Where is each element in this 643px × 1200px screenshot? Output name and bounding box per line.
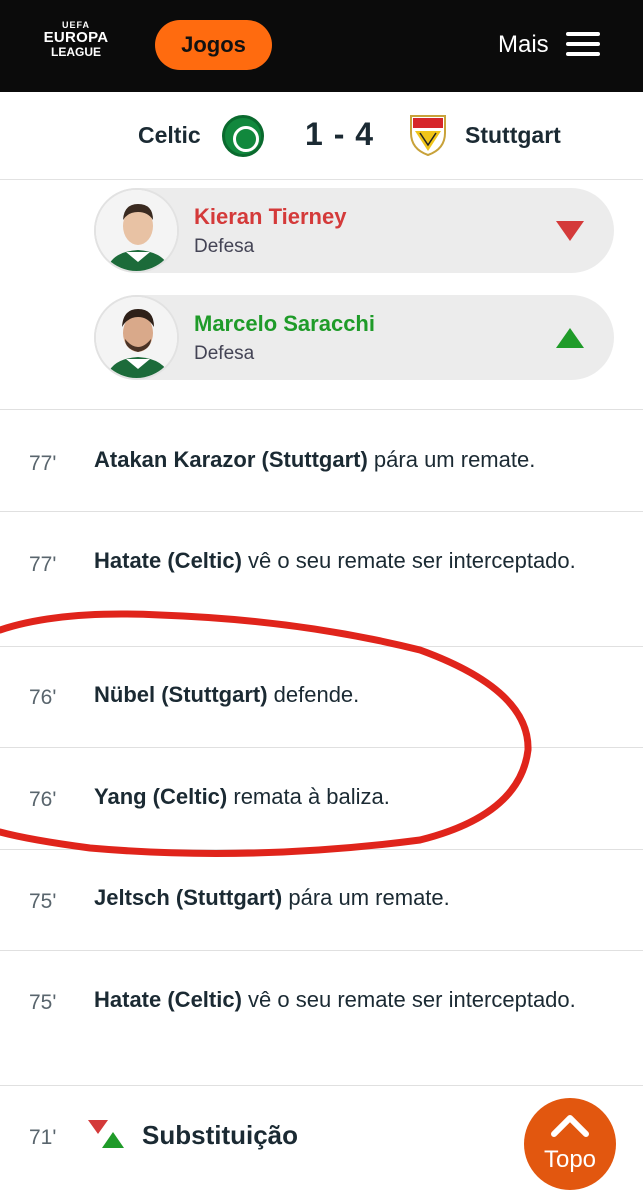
event-minute: 71' <box>29 1126 57 1149</box>
event-description: pára um remate. <box>367 447 536 472</box>
event-text: Jeltsch (Stuttgart) pára um remate. <box>94 879 624 916</box>
event-description: vê o seu remate ser interceptado. <box>241 548 576 573</box>
player-card-in[interactable]: Marcelo Saracchi Defesa <box>94 295 614 380</box>
substitution-title: Substituição <box>142 1120 299 1150</box>
top-nav-bar: UEFA EUROPA LEAGUE Jogos Mais <box>0 0 643 92</box>
event-text: Nübel (Stuttgart) defende. <box>94 676 624 713</box>
annotation-circle <box>0 610 532 857</box>
player-name: Kieran Tierney <box>194 204 347 229</box>
substitution-out-arrow-icon <box>556 221 584 241</box>
event-subject: Yang (Celtic) <box>94 784 228 809</box>
back-to-top-button[interactable]: Topo <box>524 1098 616 1190</box>
hamburger-menu-icon[interactable] <box>566 32 600 56</box>
logo-line-2: EUROPA <box>43 29 109 46</box>
divider <box>0 950 643 951</box>
celtic-crest-icon <box>222 115 264 157</box>
event-description: pára um remate. <box>282 885 450 910</box>
more-label[interactable]: Mais <box>498 30 549 60</box>
europa-league-logo[interactable]: UEFA EUROPA LEAGUE <box>40 20 112 70</box>
divider <box>0 747 643 748</box>
substitution-icon <box>88 1120 124 1148</box>
back-to-top-label: Topo <box>543 1146 597 1173</box>
event-minute: 76' <box>29 686 57 709</box>
player-photo-icon <box>96 190 177 271</box>
divider <box>0 409 643 410</box>
divider <box>0 646 643 647</box>
games-button[interactable]: Jogos <box>155 20 272 70</box>
divider <box>0 511 643 512</box>
player-position: Defesa <box>194 343 255 364</box>
stuttgart-crest-icon <box>410 115 446 157</box>
event-minute: 77' <box>29 553 57 576</box>
event-description: defende. <box>267 682 360 707</box>
event-subject: Hatate (Celtic) <box>94 987 242 1012</box>
event-text: Hatate (Celtic) vê o seu remate ser inte… <box>94 542 624 579</box>
event-subject: Jeltsch (Stuttgart) <box>94 885 283 910</box>
substitution-in-arrow-icon <box>556 328 584 348</box>
event-minute: 76' <box>29 788 57 811</box>
match-score: 1 - 4 <box>305 116 375 152</box>
player-photo-icon <box>96 297 177 378</box>
home-team-name[interactable]: Celtic <box>138 122 201 149</box>
event-minute: 77' <box>29 452 57 475</box>
event-subject: Hatate (Celtic) <box>94 548 242 573</box>
logo-line-3: LEAGUE <box>50 45 101 59</box>
event-text: Hatate (Celtic) vê o seu remate ser inte… <box>94 981 624 1018</box>
event-description: remata à baliza. <box>227 784 390 809</box>
player-avatar <box>94 295 179 380</box>
event-text: Yang (Celtic) remata à baliza. <box>94 778 624 815</box>
divider <box>0 1085 643 1086</box>
player-position: Defesa <box>194 236 255 257</box>
event-description: vê o seu remate ser interceptado. <box>241 987 576 1012</box>
player-card-out[interactable]: Kieran Tierney Defesa <box>94 188 614 273</box>
event-subject: Atakan Karazor (Stuttgart) <box>94 447 368 472</box>
chevron-up-icon <box>551 1115 589 1137</box>
event-minute: 75' <box>29 890 57 913</box>
event-minute: 75' <box>29 991 57 1014</box>
event-text: Atakan Karazor (Stuttgart) pára um remat… <box>94 441 624 478</box>
player-name: Marcelo Saracchi <box>194 311 375 336</box>
divider <box>0 849 643 850</box>
event-subject: Nübel (Stuttgart) <box>94 682 268 707</box>
player-avatar <box>94 188 179 273</box>
away-team-name[interactable]: Stuttgart <box>465 122 561 149</box>
